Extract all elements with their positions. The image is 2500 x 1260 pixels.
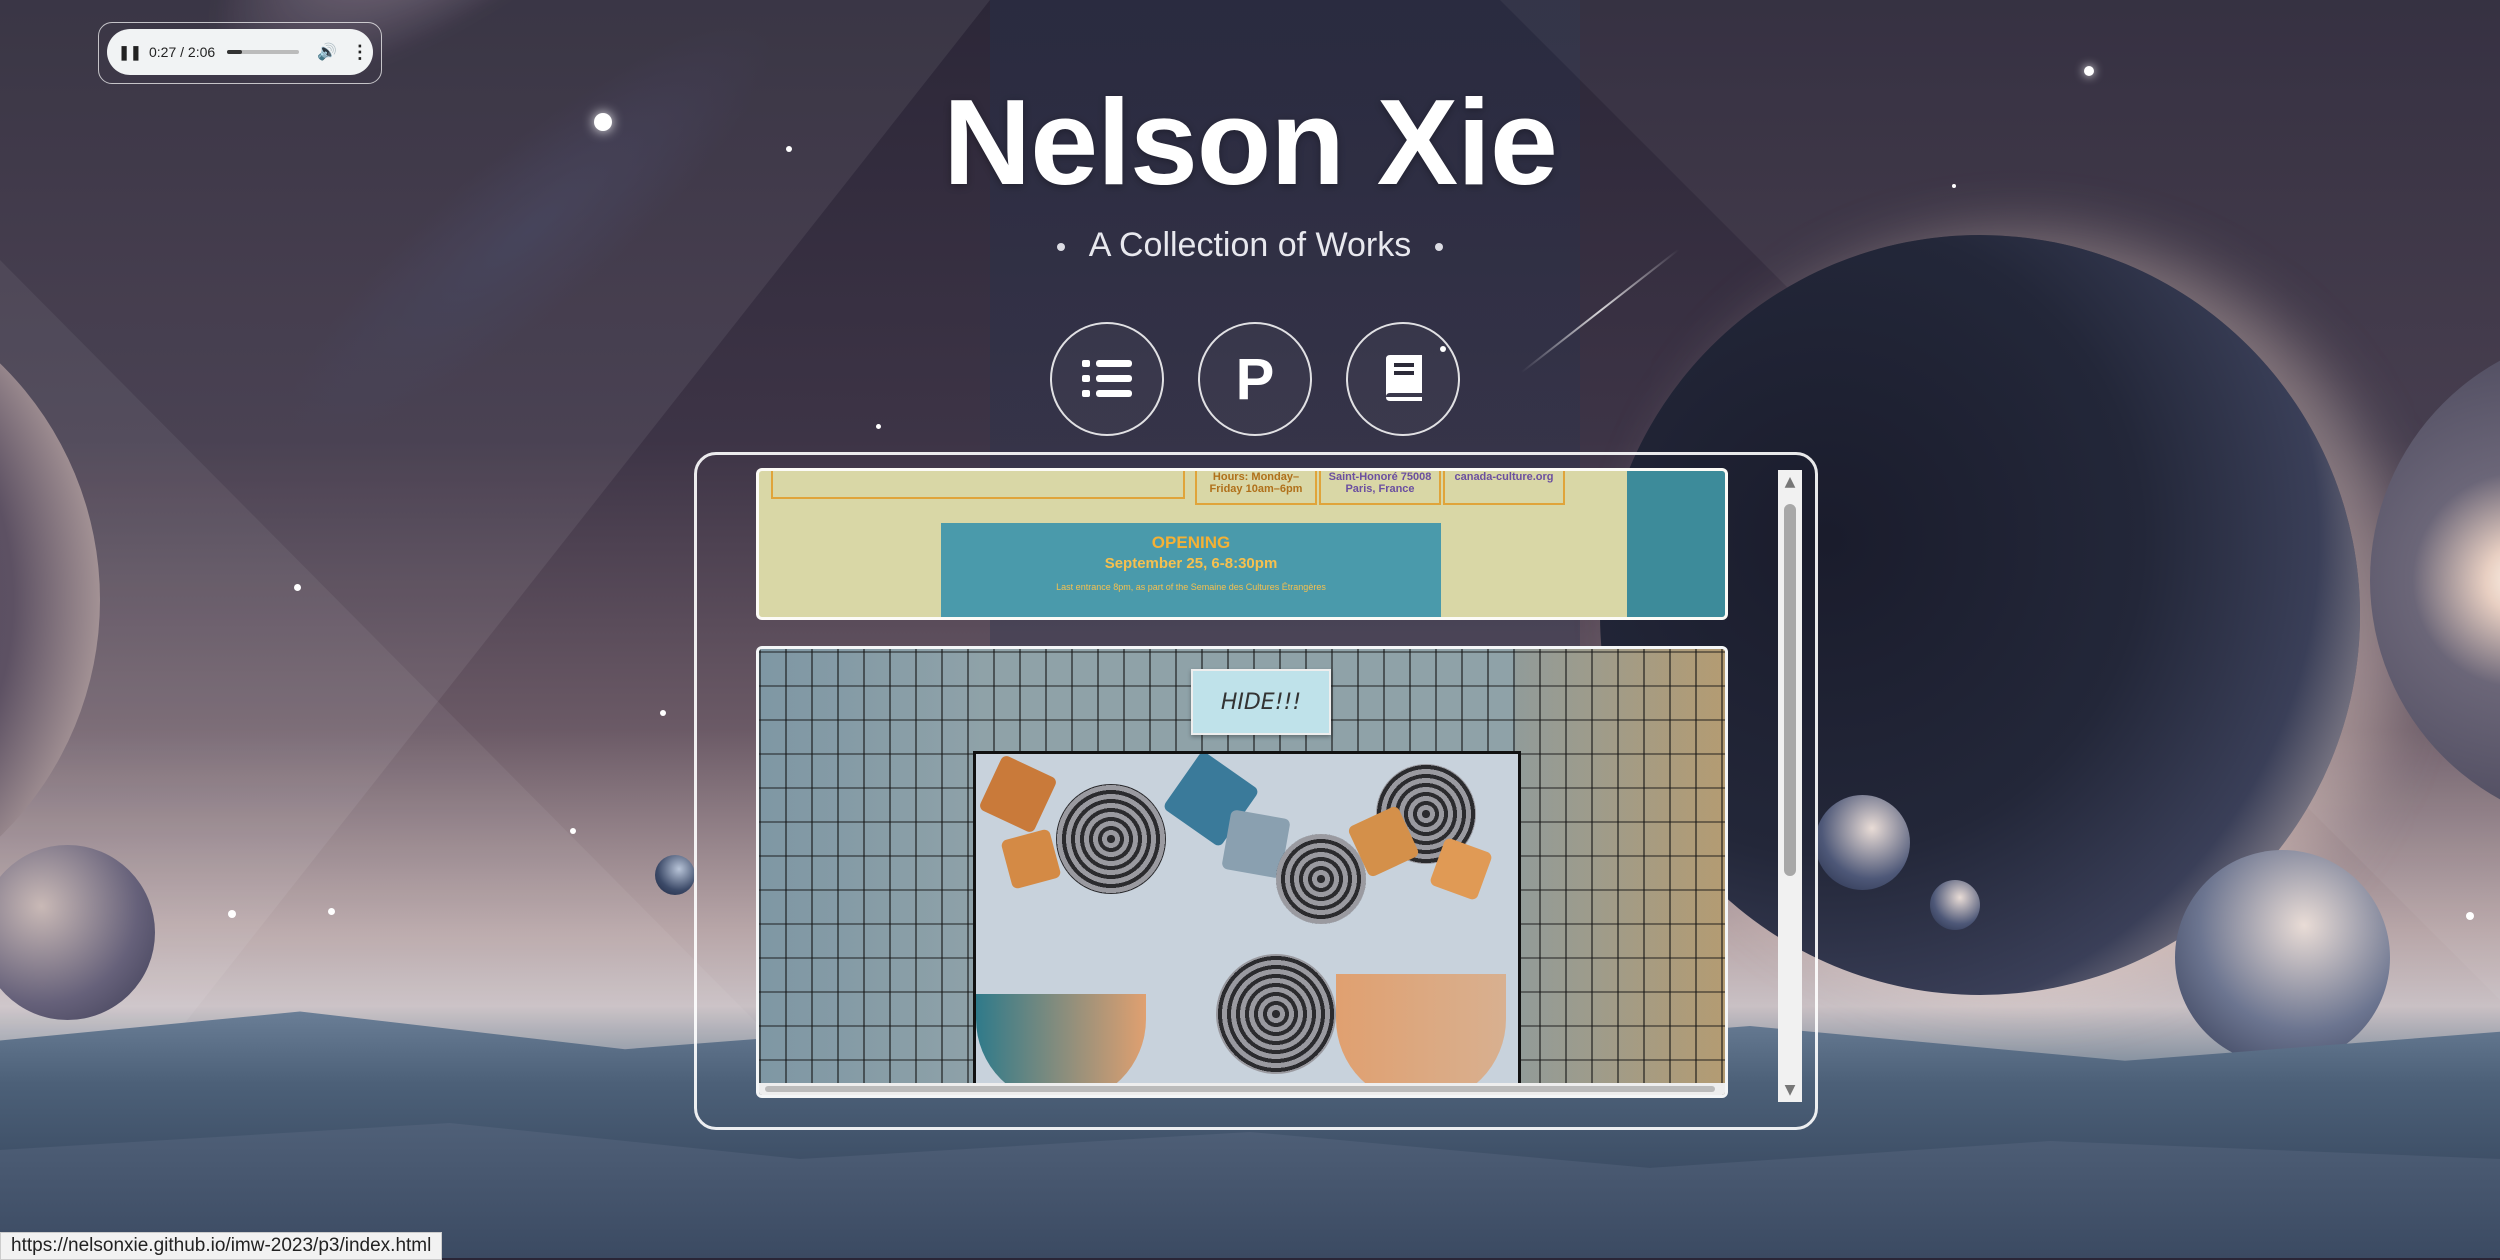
scroll-thumb[interactable] (1784, 504, 1796, 876)
poster-opening-block: OPENING September 25, 6-8:30pm Last entr… (941, 523, 1441, 617)
scroll-thumb[interactable] (765, 1086, 1715, 1092)
ring (1276, 834, 1366, 924)
bowl (1336, 974, 1506, 1095)
star (294, 584, 301, 591)
moon (1815, 795, 1910, 890)
poster-box-edge (771, 471, 1185, 499)
audio-seek-slider[interactable] (227, 50, 299, 54)
moon (655, 855, 695, 895)
poster-hours: Hours: Monday– Friday 10am–6pm (1195, 471, 1317, 505)
page-title: Nelson Xie (943, 74, 1558, 210)
book-button[interactable] (1346, 322, 1460, 436)
3d-render-image (973, 751, 1521, 1095)
volume-icon[interactable]: 🔊 (317, 42, 337, 62)
list-icon (1082, 360, 1132, 397)
star (570, 828, 576, 834)
hide-button[interactable]: HIDE!!! (1191, 669, 1331, 735)
page-subtitle: A Collection of Works (0, 226, 2500, 265)
project-preview-poster[interactable]: Hours: Monday– Friday 10am–6pm Saint-Hon… (756, 468, 1728, 620)
cube (978, 754, 1058, 834)
scroll-up-icon[interactable]: ▲ (1778, 474, 1802, 490)
bullet-dot (1435, 243, 1444, 252)
cube (1000, 828, 1062, 890)
star (876, 424, 881, 429)
more-vert-icon[interactable]: ⋮ (351, 42, 369, 63)
vertical-scrollbar[interactable]: ▲ ▼ (1778, 470, 1802, 1102)
scroll-down-icon[interactable]: ▼ (1778, 1082, 1802, 1098)
star (228, 910, 236, 918)
poster-opening-note: Last entrance 8pm, as part of the Semain… (1056, 582, 1326, 592)
pause-icon[interactable]: ❚❚ (117, 44, 143, 61)
project-preview-art[interactable]: HIDE!!! (756, 646, 1728, 1098)
status-url: https://nelsonxie.github.io/imw-2023/p3/… (0, 1232, 443, 1260)
p-logo-icon: P (1235, 346, 1275, 412)
poster-opening-title: OPENING (1151, 533, 1231, 552)
audio-time: 0:27 / 2:06 (149, 44, 216, 60)
list-button[interactable] (1050, 322, 1164, 436)
ring (1216, 954, 1336, 1074)
star (2466, 912, 2474, 920)
bullet-dot (1056, 243, 1065, 252)
moon (2175, 850, 2390, 1065)
ring (1056, 784, 1166, 894)
audio-progress-fill (227, 50, 243, 54)
poster-website: canada-culture.org (1443, 471, 1565, 505)
moon (1930, 880, 1980, 930)
nav-buttons: P (1050, 322, 1460, 436)
poster-opening-date: September 25, 6-8:30pm (1104, 555, 1278, 572)
subtitle-text: A Collection of Works (1088, 226, 1412, 264)
poster-teal-column (1627, 471, 1725, 617)
poster-address: Saint-Honoré 75008 Paris, France (1319, 471, 1441, 505)
p-logo-button[interactable]: P (1198, 322, 1312, 436)
horizontal-scrollbar[interactable] (759, 1083, 1725, 1095)
book-icon (1386, 355, 1422, 401)
audio-player[interactable]: ❚❚ 0:27 / 2:06 🔊 ⋮ (107, 29, 373, 75)
star (328, 908, 335, 915)
star (660, 710, 666, 716)
